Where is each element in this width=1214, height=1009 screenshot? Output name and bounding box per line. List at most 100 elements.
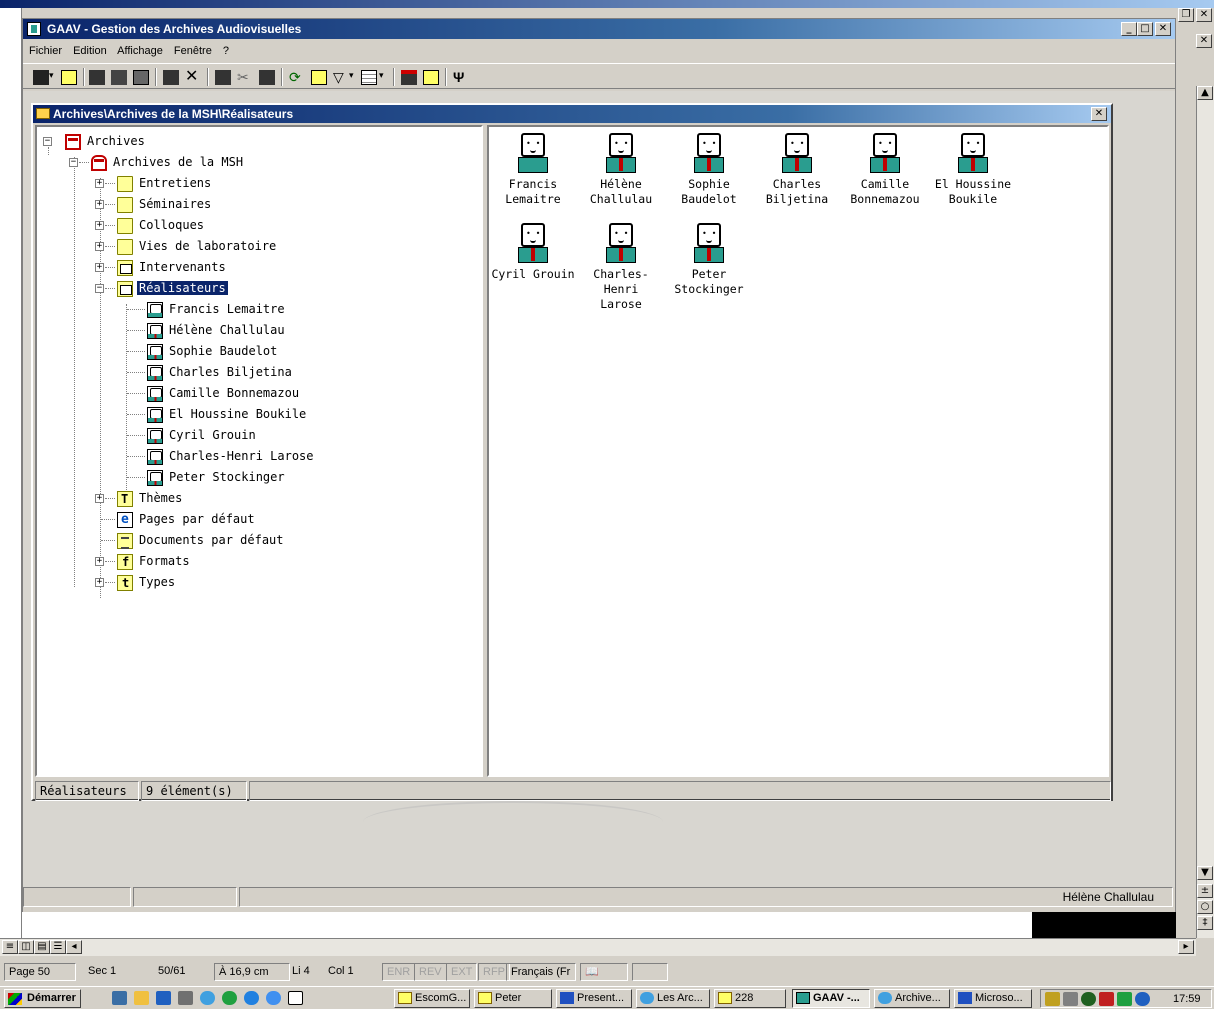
volume-icon[interactable]: [1063, 992, 1078, 1006]
collapse-archives-icon[interactable]: −: [43, 137, 52, 146]
list-item-person[interactable]: El HoussineBoukile: [929, 133, 1017, 207]
outline-view-icon[interactable]: ☰: [50, 940, 66, 954]
quicklaunch-icon[interactable]: [200, 991, 215, 1005]
cut-icon[interactable]: ✂: [237, 70, 253, 85]
print-icon[interactable]: [133, 70, 149, 85]
list-item-person[interactable]: FrancisLemaitre: [489, 133, 577, 207]
menu-affichage[interactable]: Affichage: [117, 45, 163, 57]
normal-view-icon[interactable]: ≡: [2, 940, 18, 954]
minimize-button[interactable]: _: [1121, 22, 1137, 36]
list-item-person[interactable]: CharlesBiljetina: [753, 133, 841, 207]
tree-node-person[interactable]: Charles-Henri Larose: [147, 446, 316, 467]
quicklaunch-icon[interactable]: [156, 991, 171, 1005]
large-icon-list[interactable]: FrancisLemaitre HélèneChallulau SophieBa…: [487, 125, 1109, 777]
collapse-msh-icon[interactable]: −: [69, 158, 78, 167]
tree-node-person[interactable]: El Houssine Boukile: [147, 404, 308, 425]
word-doc-close-button[interactable]: ✕: [1196, 34, 1212, 48]
view-list-icon[interactable]: [361, 70, 377, 85]
close-button[interactable]: ✕: [1155, 22, 1171, 36]
tree-node-archives[interactable]: Archives: [65, 131, 147, 152]
tree-node-person[interactable]: Cyril Grouin: [147, 425, 258, 446]
menu-edition[interactable]: Edition: [73, 45, 107, 57]
quicklaunch-icon[interactable]: [178, 991, 193, 1005]
paste-icon[interactable]: [259, 70, 275, 85]
status-ext[interactable]: EXT: [446, 963, 478, 981]
tree-node-pages[interactable]: Pages par défaut: [117, 509, 257, 530]
tray-icon[interactable]: [1117, 992, 1132, 1006]
scroll-down-icon[interactable]: ▼: [1197, 866, 1213, 880]
tree-node-person[interactable]: Camille Bonnemazou: [147, 383, 301, 404]
new-icon[interactable]: [33, 70, 49, 85]
list-item-person[interactable]: PeterStockinger: [665, 223, 753, 297]
maximize-button[interactable]: □: [1137, 22, 1153, 36]
task-present[interactable]: Present...: [556, 989, 632, 1008]
list-item-person[interactable]: HélèneChallulau: [577, 133, 665, 207]
word-horizontal-scrollbar[interactable]: ≡ ◫ ▤ ☰ ◂ ▸: [0, 938, 1196, 956]
expand-icon[interactable]: +: [95, 221, 104, 230]
browse-object-icon[interactable]: ○: [1197, 900, 1213, 914]
tree-node-formats[interactable]: Formats: [117, 551, 192, 573]
prev-page-icon[interactable]: ±: [1197, 884, 1213, 898]
tree-node-person[interactable]: Peter Stockinger: [147, 467, 287, 488]
task-microso[interactable]: Microso...: [954, 989, 1032, 1008]
archive-tree[interactable]: − Archives − Archives de la MSH + Entret…: [35, 125, 483, 777]
tree-node-types[interactable]: Types: [117, 572, 177, 594]
status-enr[interactable]: ENR: [382, 963, 416, 981]
tree-node-entretiens[interactable]: Entretiens: [117, 173, 213, 194]
list-item-person[interactable]: CamilleBonnemazou: [841, 133, 929, 207]
task-les-arc[interactable]: Les Arc...: [636, 989, 710, 1008]
tree-node-seminaires[interactable]: Séminaires: [117, 194, 213, 215]
tray-icon[interactable]: [1045, 992, 1060, 1006]
task-escomg[interactable]: EscomG...: [394, 989, 470, 1008]
refresh-icon[interactable]: ⟳: [289, 70, 305, 85]
tree-node-person[interactable]: Sophie Baudelot: [147, 341, 279, 362]
scroll-left-icon[interactable]: ◂: [66, 940, 82, 954]
copy-icon[interactable]: [215, 70, 231, 85]
menu-fichier[interactable]: Fichier: [29, 45, 62, 57]
quicklaunch-icon[interactable]: [266, 991, 281, 1005]
calendar-icon[interactable]: [401, 70, 417, 85]
expand-icon[interactable]: +: [95, 179, 104, 188]
tools-icon[interactable]: Ψ: [453, 70, 469, 85]
start-button[interactable]: Démarrer: [4, 989, 81, 1008]
expand-icon[interactable]: +: [95, 242, 104, 251]
tree-node-realisateurs[interactable]: Réalisateurs: [117, 278, 228, 299]
rename-icon[interactable]: [163, 70, 179, 85]
menu-fenetre[interactable]: Fenêtre: [174, 45, 212, 57]
list-item-person[interactable]: Cyril Grouin: [489, 223, 577, 282]
tray-icon[interactable]: [1135, 992, 1150, 1006]
word-close-button[interactable]: ✕: [1196, 8, 1212, 22]
expand-icon[interactable]: +: [95, 578, 104, 587]
tree-node-person[interactable]: Hélène Challulau: [147, 320, 287, 341]
new-dropdown-icon[interactable]: ▾: [49, 70, 57, 85]
quicklaunch-icon[interactable]: [134, 991, 149, 1005]
properties-icon[interactable]: [111, 70, 127, 85]
task-peter[interactable]: Peter: [474, 989, 552, 1008]
tree-node-person[interactable]: Francis Lemaitre: [147, 299, 287, 320]
expand-icon[interactable]: +: [95, 200, 104, 209]
list-item-person[interactable]: Charles-HenriLarose: [577, 223, 665, 312]
ie-icon[interactable]: [244, 991, 259, 1005]
tree-node-msh[interactable]: Archives de la MSH: [91, 152, 245, 173]
folder-up-icon[interactable]: [311, 70, 327, 85]
filter-icon[interactable]: ▽: [333, 70, 349, 85]
tree-node-intervenants[interactable]: Intervenants: [117, 257, 228, 278]
child-close-button[interactable]: ✕: [1091, 107, 1107, 121]
desktop-icon[interactable]: [112, 991, 127, 1005]
tree-node-vies-de-laboratoire[interactable]: Vies de laboratoire: [117, 236, 278, 257]
filter-dropdown-icon[interactable]: ▾: [349, 70, 357, 85]
save-icon[interactable]: [89, 70, 105, 85]
list-item-person[interactable]: SophieBaudelot: [665, 133, 753, 207]
task-archive[interactable]: Archive...: [874, 989, 950, 1008]
expand-icon[interactable]: +: [95, 494, 104, 503]
next-page-icon[interactable]: ‡: [1197, 916, 1213, 930]
collapse-realisateurs-icon[interactable]: −: [95, 284, 104, 293]
web-view-icon[interactable]: ◫: [18, 940, 34, 954]
scroll-up-icon[interactable]: ▲: [1197, 86, 1213, 100]
spellcheck-icon[interactable]: 📖: [580, 963, 628, 981]
expand-icon[interactable]: +: [95, 263, 104, 272]
view-dropdown-icon[interactable]: ▾: [379, 70, 387, 85]
word-restore-button[interactable]: ❐: [1178, 8, 1194, 22]
menu-help[interactable]: ?: [223, 45, 229, 57]
quicklaunch-icon[interactable]: [222, 991, 237, 1005]
